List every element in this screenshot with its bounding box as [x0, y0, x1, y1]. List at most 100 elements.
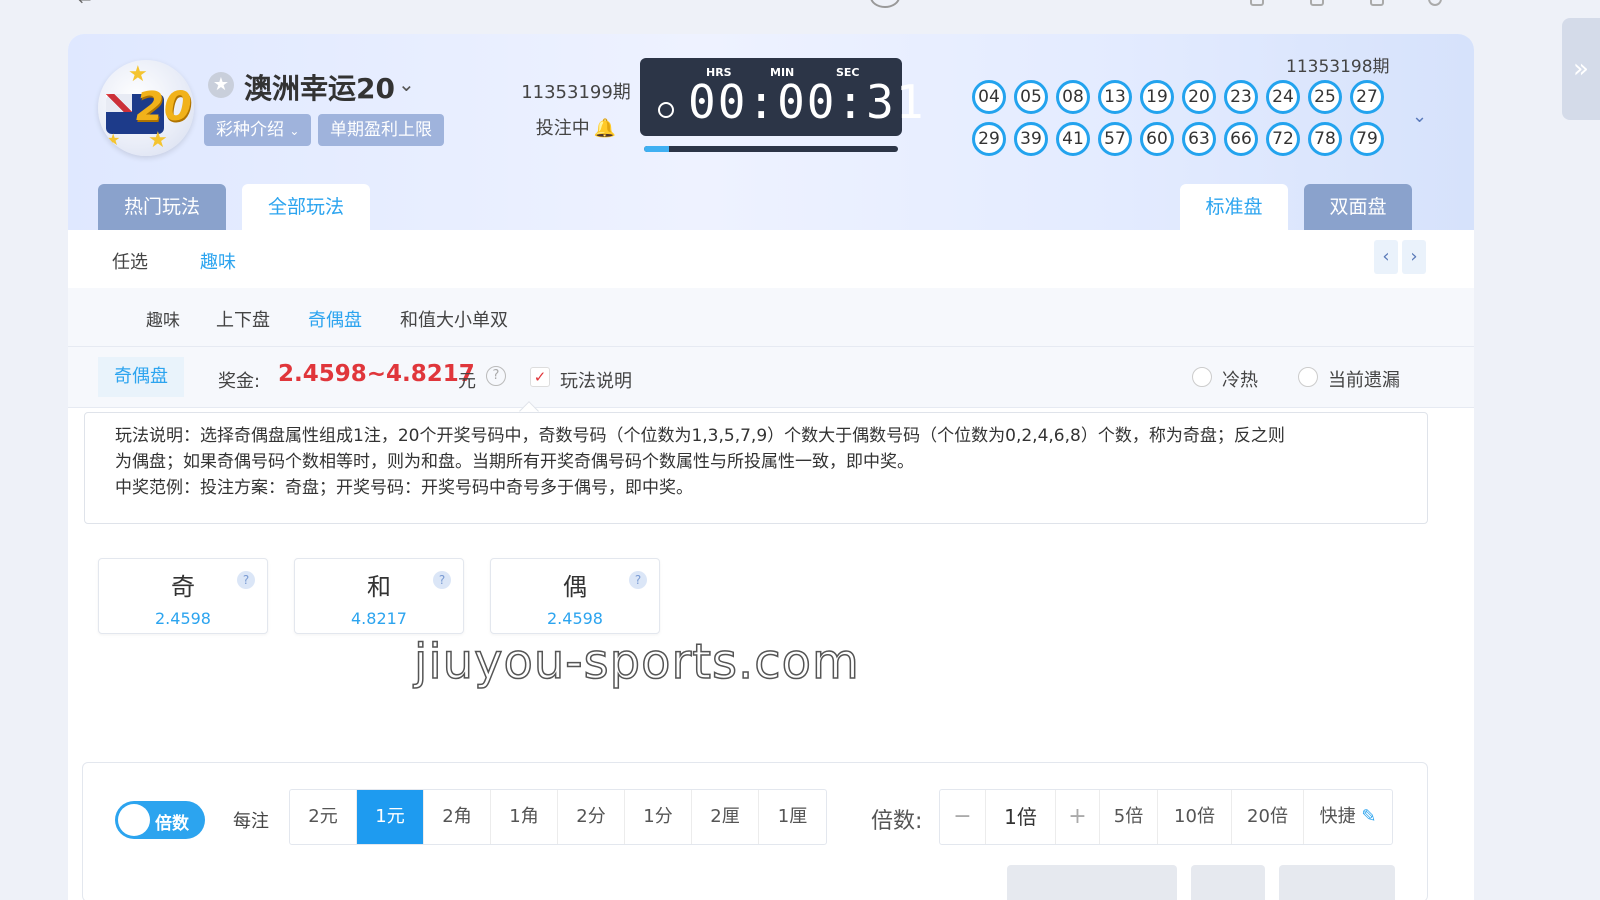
prize-value: 2.4598~4.8217: [278, 361, 475, 387]
countdown-digits: 00:00:31: [688, 75, 926, 129]
bet-unit-option[interactable]: 1元: [357, 790, 424, 844]
alarm-clock-icon: [658, 102, 674, 118]
quick-set-button[interactable]: 快捷 ✎: [1304, 790, 1392, 844]
draw-ball: 13: [1098, 80, 1132, 114]
game-panel: 20 ★ ★ ★ ★ 澳洲幸运20 ⌄ 彩种介绍 ⌄ 单期盈利上限 113531…: [68, 34, 1474, 900]
star-icon: ★: [128, 62, 148, 87]
bet-unit-option[interactable]: 1厘: [759, 790, 826, 844]
expand-drawer-button[interactable]: »: [1562, 18, 1600, 120]
issue-info: 11353199期 投注中 🔔: [516, 78, 636, 140]
settings-icon[interactable]: [1428, 0, 1442, 6]
betting-status: 投注中: [535, 118, 590, 139]
notification-icon[interactable]: [1370, 0, 1384, 6]
game-header: 20 ★ ★ ★ ★ 澳洲幸运20 ⌄ 彩种介绍 ⌄ 单期盈利上限 113531…: [68, 34, 1474, 234]
subcategory-updown[interactable]: 上下盘: [216, 306, 270, 332]
countdown-progress-fill: [644, 146, 670, 152]
bottom-action-button[interactable]: [1007, 865, 1177, 900]
double-chevron-right-icon: »: [1573, 54, 1589, 84]
play-description: 玩法说明：选择奇偶盘属性组成1注，20个开奖号码中，奇数号码（个位数为1,3,5…: [84, 412, 1428, 524]
message-icon[interactable]: [1250, 0, 1264, 6]
user-avatar-icon[interactable]: [870, 0, 900, 8]
play-help-label[interactable]: 玩法说明: [560, 367, 632, 393]
preset-20x-button[interactable]: 20倍: [1232, 790, 1304, 844]
draw-ball: 60: [1140, 122, 1174, 156]
prize-label: 奖金:: [218, 371, 261, 392]
bet-unit-option[interactable]: 2角: [424, 790, 491, 844]
category-fun[interactable]: 趣味: [200, 248, 236, 274]
draw-ball: 39: [1014, 122, 1048, 156]
multiplier-control: − 1倍 + 5倍 10倍 20倍 快捷 ✎: [939, 789, 1393, 845]
tab-all-plays[interactable]: 全部玩法: [242, 184, 370, 230]
profit-limit-button[interactable]: 单期盈利上限: [318, 114, 444, 146]
draw-ball: 29: [972, 122, 1006, 156]
description-line: 为偶盘；如果奇偶号码个数相等时，则为和盘。当期所有开奖奇偶号码个数属性与所投属性…: [115, 452, 914, 472]
subcategory-sum[interactable]: 和值大小单双: [400, 306, 508, 332]
question-icon[interactable]: ?: [433, 571, 451, 589]
tab-hot-plays[interactable]: 热门玩法: [98, 184, 226, 230]
missing-label[interactable]: 当前遗漏: [1328, 366, 1400, 392]
preset-5x-button[interactable]: 5倍: [1100, 790, 1158, 844]
question-icon[interactable]: ?: [629, 571, 647, 589]
last-issue: 11353198期: [1286, 57, 1390, 77]
draw-ball: 78: [1308, 122, 1342, 156]
draw-ball: 63: [1182, 122, 1216, 156]
chevron-down-icon: ⌄: [289, 124, 300, 138]
help-question-icon[interactable]: ?: [486, 366, 506, 386]
play-name-badge: 奇偶盘: [98, 357, 184, 397]
watermark: jiuyou-sports.com: [413, 633, 860, 691]
bottom-action-button[interactable]: [1191, 865, 1265, 900]
draw-ball: 04: [972, 80, 1006, 114]
back-arrow-icon[interactable]: ←: [78, 0, 91, 9]
bet-unit-option[interactable]: 2厘: [692, 790, 759, 844]
option-even[interactable]: 偶 2.4598 ?: [490, 558, 660, 634]
draw-ball: 41: [1056, 122, 1090, 156]
description-line: 玩法说明：选择奇偶盘属性组成1注，20个开奖号码中，奇数号码（个位数为1,3,5…: [115, 426, 1285, 446]
prize-unit: 元: [458, 371, 476, 392]
missing-radio[interactable]: [1298, 367, 1318, 387]
decrease-multiplier-button[interactable]: −: [940, 790, 986, 844]
game-title[interactable]: 澳洲幸运20: [244, 67, 395, 107]
category-optional[interactable]: 任选: [112, 248, 148, 274]
preset-10x-button[interactable]: 10倍: [1158, 790, 1232, 844]
top-bar: ←: [0, 0, 1600, 12]
bet-unit-option[interactable]: 2分: [558, 790, 625, 844]
bell-icon: 🔔: [593, 118, 617, 139]
description-line: 中奖范例：投注方案：奇盘；开奖号码：开奖号码中奇号多于偶号，即中奖。: [115, 478, 693, 498]
draw-ball: 05: [1014, 80, 1048, 114]
draw-ball: 08: [1056, 80, 1090, 114]
countdown-progress: [644, 146, 898, 152]
game-intro-button[interactable]: 彩种介绍 ⌄: [204, 114, 312, 146]
option-odds: 2.4598: [547, 609, 603, 628]
wallet-icon[interactable]: [1310, 0, 1324, 6]
play-info-row: 奇偶盘 奖金: 2.4598~4.8217 元 ? ✓ 玩法说明 冷热 当前遗漏: [68, 346, 1474, 408]
per-bet-label: 每注: [233, 811, 269, 832]
option-odds: 2.4598: [155, 609, 211, 628]
option-odd[interactable]: 奇 2.4598 ?: [98, 558, 268, 634]
bet-unit-option[interactable]: 1角: [491, 790, 558, 844]
multiplier-input[interactable]: 1倍: [986, 790, 1056, 844]
multiplier-mode-toggle[interactable]: 倍数: [115, 801, 205, 839]
chevron-left-icon[interactable]: ‹: [1374, 240, 1398, 274]
chevron-down-icon[interactable]: ⌄: [398, 72, 415, 96]
draw-ball: 72: [1266, 122, 1300, 156]
favorite-star-icon[interactable]: ★: [208, 72, 234, 98]
tab-standard[interactable]: 标准盘: [1180, 184, 1288, 230]
bet-unit-option[interactable]: 2元: [290, 790, 357, 844]
bottom-action-button[interactable]: [1279, 865, 1395, 900]
draw-ball: 79: [1350, 122, 1384, 156]
play-help-checkbox[interactable]: ✓: [530, 367, 550, 387]
tab-double[interactable]: 双面盘: [1304, 184, 1412, 230]
option-tie[interactable]: 和 4.8217 ?: [294, 558, 464, 634]
chevron-right-icon[interactable]: ›: [1402, 240, 1426, 274]
cold-hot-radio[interactable]: [1192, 367, 1212, 387]
cold-hot-label[interactable]: 冷热: [1222, 366, 1258, 392]
draw-ball: 25: [1308, 80, 1342, 114]
quick-set-label: 快捷: [1319, 806, 1356, 827]
expand-history-icon[interactable]: ⌄: [1412, 106, 1427, 127]
increase-multiplier-button[interactable]: +: [1056, 790, 1100, 844]
subcategory-oddeven[interactable]: 奇偶盘: [308, 306, 362, 332]
bet-unit-option[interactable]: 1分: [625, 790, 692, 844]
edit-icon: ✎: [1361, 806, 1377, 827]
question-icon[interactable]: ?: [237, 571, 255, 589]
logo-number: 20: [136, 84, 192, 130]
